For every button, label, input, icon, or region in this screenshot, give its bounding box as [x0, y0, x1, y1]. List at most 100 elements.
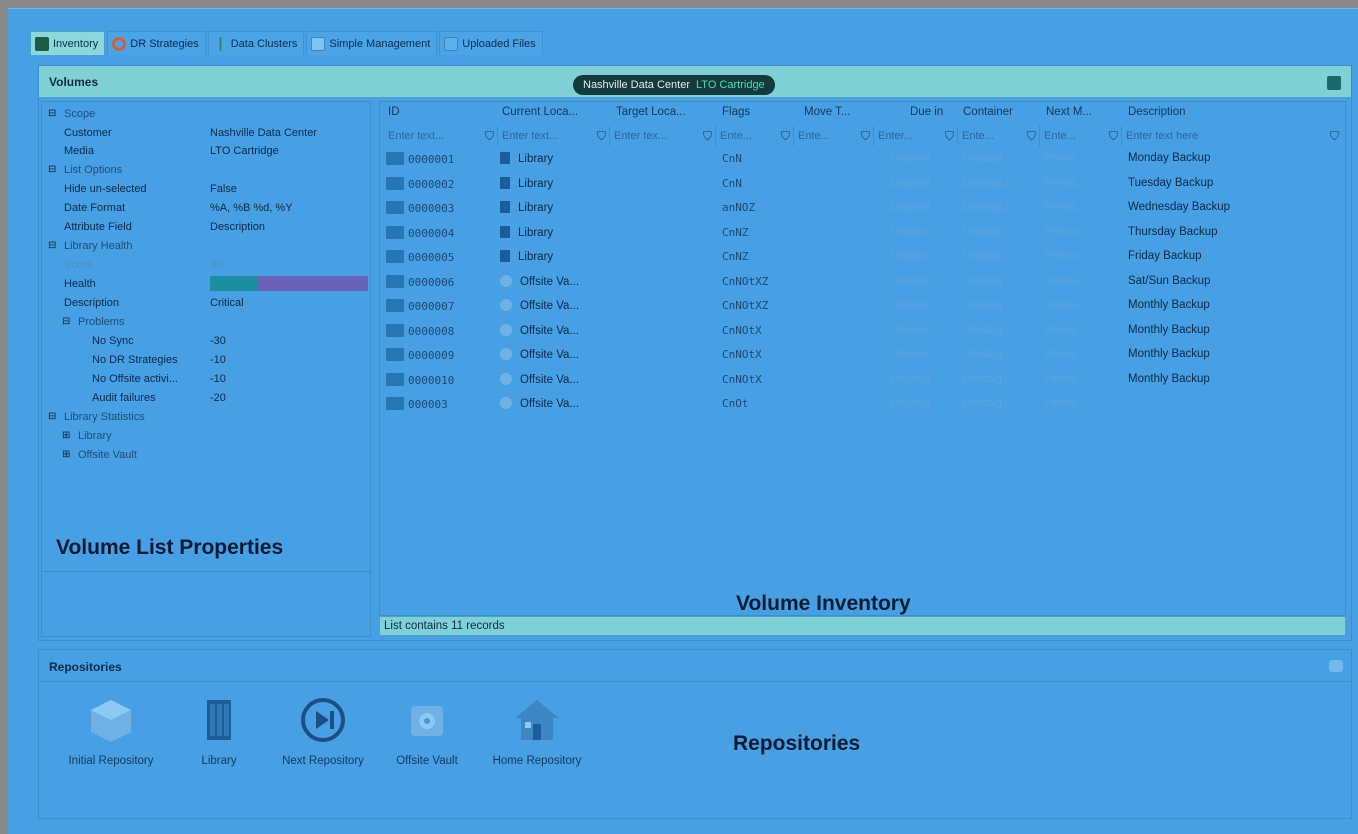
filter-icon[interactable]: ⛉: [485, 129, 494, 144]
filter-current-location[interactable]: Enter text... ⛉: [498, 126, 610, 146]
repo-initial-repository[interactable]: Initial Repository: [61, 696, 161, 767]
property-name: Media: [64, 144, 94, 157]
property-no-dr-strategies[interactable]: No DR Strategies -10: [42, 350, 372, 369]
category-offsite-vault[interactable]: ⊞ Offsite Vault: [42, 445, 372, 464]
filter-container[interactable]: Ente... ⛉: [958, 126, 1040, 146]
col-header-target-location[interactable]: Target Loca...: [616, 106, 686, 118]
cell-id: 0000003: [386, 201, 454, 215]
repo-offsite-vault[interactable]: Offsite Vault: [377, 696, 477, 767]
table-row[interactable]: 0000005 Library CnNZ Unspeci... Unassig... Pe…: [380, 246, 1345, 270]
property-description[interactable]: Description Critical: [42, 293, 372, 312]
table-row[interactable]: 0000009 Offsite Va... CnNOtX Unspeci... Unas…: [380, 344, 1345, 368]
cell-container: Unassig...: [962, 152, 1011, 164]
collapse-icon[interactable]: ⊟: [48, 240, 56, 251]
table-row[interactable]: 0000006 Offsite Va... CnNOtXZ Unspeci... Una…: [380, 271, 1345, 295]
filter-next-move[interactable]: Ente... ⛉: [1040, 126, 1122, 146]
cell-id: 0000010: [386, 372, 454, 387]
health-bar: [210, 276, 368, 291]
cell-next-move: Perma...: [1044, 274, 1086, 287]
table-row[interactable]: 0000010 Offsite Va... CnNOtX Unspeci... Unas…: [380, 369, 1345, 393]
table-row[interactable]: 0000008 Offsite Va... CnNOtX Unspeci... Unas…: [380, 320, 1345, 344]
category-scope[interactable]: ⊟ Scope: [42, 104, 372, 123]
cell-next-move: Perma...: [1044, 250, 1086, 262]
col-header-container[interactable]: Container: [963, 106, 1013, 118]
col-header-current-location[interactable]: Current Loca...: [502, 106, 578, 118]
col-header-flags[interactable]: Flags: [722, 106, 750, 118]
filter-flags[interactable]: Ente... ⛉: [716, 126, 794, 146]
cell-location-text: Offsite Va...: [520, 349, 580, 361]
repositories-panel-icon[interactable]: [1329, 660, 1343, 672]
property-name: No DR Strategies: [92, 353, 178, 366]
category-list-options[interactable]: ⊟ List Options: [42, 160, 372, 179]
collapse-icon[interactable]: ⊟: [62, 316, 70, 327]
property-score[interactable]: Score 30: [42, 255, 372, 274]
filter-due-in[interactable]: Enter... ⛉: [874, 126, 958, 146]
volumes-panel-icon[interactable]: [1327, 76, 1341, 90]
property-health[interactable]: Health: [42, 274, 372, 293]
filter-move-to[interactable]: Ente... ⛉: [794, 126, 874, 146]
col-header-due-in[interactable]: Due in: [910, 106, 943, 118]
col-header-move-to[interactable]: Move T...: [804, 106, 850, 118]
filter-icon[interactable]: ⛉: [861, 129, 870, 144]
property-no-offsite-activity[interactable]: No Offsite activi... -10: [42, 369, 372, 388]
property-hide-unselected[interactable]: Hide un-selected False: [42, 179, 372, 198]
col-header-id[interactable]: ID: [388, 106, 400, 118]
expand-icon[interactable]: ⊞: [62, 430, 70, 441]
table-row[interactable]: 0000002 Library CnN Unspeci... Unassig... Per…: [380, 173, 1345, 197]
property-name: No Offsite activi...: [92, 372, 178, 385]
tab-data-clusters[interactable]: Data Clusters: [207, 31, 305, 55]
filter-icon[interactable]: ⛉: [781, 129, 790, 144]
expand-icon[interactable]: ⊞: [62, 449, 70, 460]
repo-library[interactable]: Library: [169, 696, 269, 767]
filter-icon[interactable]: ⛉: [597, 129, 606, 144]
filter-description[interactable]: Enter text here ⛉: [1122, 126, 1342, 146]
health-bar-good: [210, 276, 258, 291]
tab-dr-strategies[interactable]: DR Strategies: [107, 31, 206, 55]
volumes-panel: Volumes Nashville Data Center LTO Cartri…: [38, 65, 1352, 641]
property-date-format[interactable]: Date Format %A, %B %d, %Y: [42, 198, 372, 217]
property-audit-failures[interactable]: Audit failures -20: [42, 388, 372, 407]
table-row[interactable]: 0000007 Offsite Va... CnNOtXZ Unspeci... Una…: [380, 295, 1345, 319]
filter-icon[interactable]: ⛉: [1027, 129, 1036, 144]
category-label: Library Health: [64, 239, 133, 252]
collapse-icon[interactable]: ⊟: [48, 108, 56, 119]
cell-due-in: Unspeci...: [890, 348, 939, 360]
property-attribute-field[interactable]: Attribute Field Description: [42, 217, 372, 236]
col-header-description[interactable]: Description: [1128, 106, 1186, 118]
collapse-icon[interactable]: ⊟: [48, 164, 56, 175]
filter-id[interactable]: Enter text... ⛉: [384, 126, 498, 146]
category-library-statistics[interactable]: ⊟ Library Statistics: [42, 407, 372, 426]
repo-home-repository[interactable]: Home Repository: [487, 696, 587, 767]
category-library-health[interactable]: ⊟ Library Health: [42, 236, 372, 255]
scope-breadcrumb[interactable]: Nashville Data Center LTO Cartridge: [573, 75, 775, 95]
filter-icon[interactable]: ⛉: [1330, 129, 1339, 144]
category-library[interactable]: ⊞ Library: [42, 426, 372, 445]
category-problems[interactable]: ⊟ Problems: [42, 312, 372, 331]
filter-icon[interactable]: ⛉: [1109, 129, 1118, 144]
property-media[interactable]: Media LTO Cartridge: [42, 141, 372, 160]
tab-simple-management[interactable]: Simple Management: [306, 31, 438, 55]
filter-target-location[interactable]: Enter tex... ⛉: [610, 126, 716, 146]
repo-next-repository[interactable]: Next Repository: [273, 696, 373, 767]
cell-id-text: 0000007: [408, 300, 455, 313]
table-row[interactable]: 0000001 Library CnN Unspeci... Unassig... Per…: [380, 148, 1345, 172]
filter-placeholder: Ente...: [962, 130, 994, 142]
filter-placeholder: Ente...: [1044, 130, 1076, 142]
tab-label: DR Strategies: [130, 37, 199, 50]
table-row[interactable]: 0000004 Library CnNZ Unspeci... Unassig... Pe…: [380, 222, 1345, 246]
table-row[interactable]: 000003 Offsite Va... CnOt Unspeci... Unassig…: [380, 393, 1345, 417]
tab-inventory[interactable]: Inventory: [30, 31, 106, 55]
property-customer[interactable]: Customer Nashville Data Center: [42, 123, 372, 142]
collapse-icon[interactable]: ⊟: [48, 411, 56, 422]
volume-icon: [386, 274, 404, 288]
col-header-next-move[interactable]: Next M...: [1046, 106, 1092, 118]
property-no-sync[interactable]: No Sync -30: [42, 331, 372, 350]
offsite-vault-icon: [500, 323, 512, 336]
filter-icon[interactable]: ⛉: [945, 129, 954, 144]
filter-icon[interactable]: ⛉: [703, 129, 712, 144]
cell-container: Unassig...: [962, 176, 1011, 189]
table-row[interactable]: 0000003 Library anNOZ Unspeci... Unassig... P…: [380, 197, 1345, 221]
tab-uploaded-files[interactable]: Uploaded Files: [439, 31, 543, 55]
cell-container: Unassig...: [962, 299, 1011, 311]
cell-flags: CnNOtX: [722, 323, 762, 337]
